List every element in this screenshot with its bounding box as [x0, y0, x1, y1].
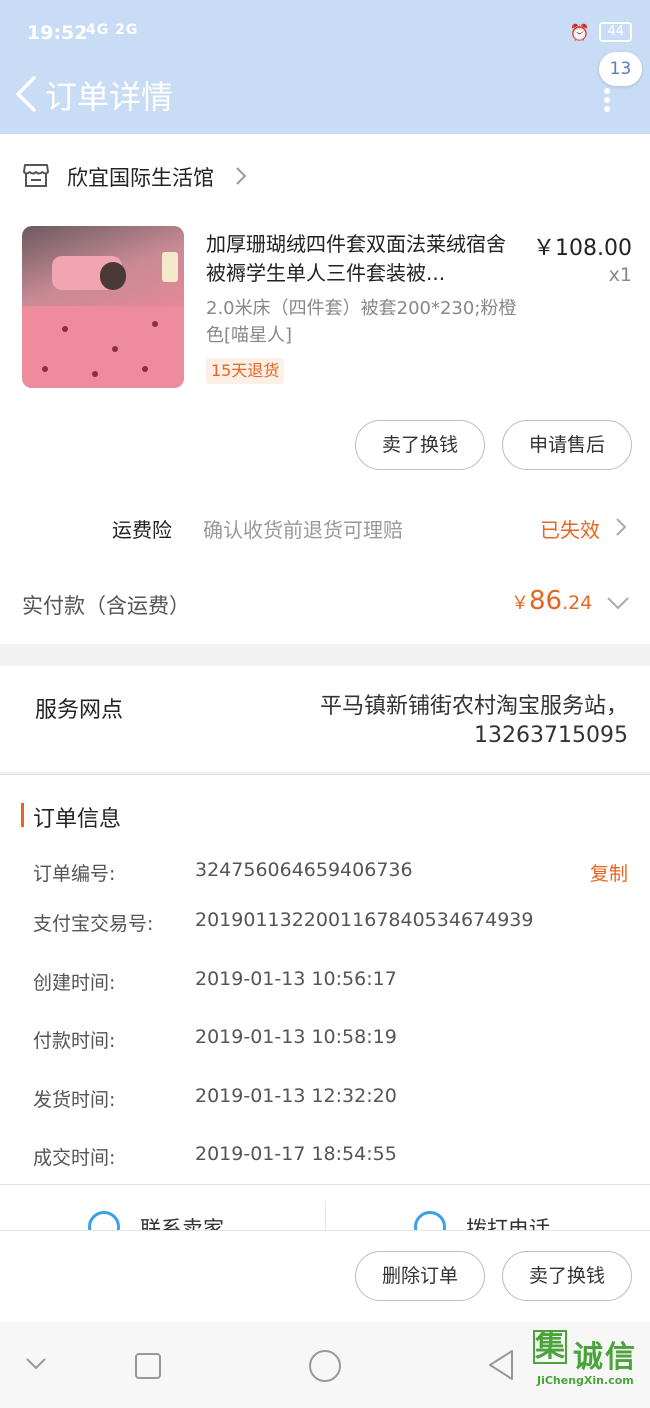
- shipped-time-row: 发货时间: 2019-01-13 12:32:20: [33, 1085, 633, 1115]
- sell-button[interactable]: 卖了换钱: [355, 420, 485, 470]
- alipay-trade-row: 支付宝交易号: 2019011322001167840534674939: [33, 909, 633, 939]
- service-point-card: 服务网点 平马镇新铺街农村淘宝服务站， 13263715095: [0, 666, 650, 772]
- aftersale-button[interactable]: 申请售后: [502, 420, 632, 470]
- more-menu-icon[interactable]: [600, 88, 614, 118]
- watermark-icon: 集: [533, 1329, 567, 1364]
- contact-seller-button[interactable]: 联系卖家: [140, 1213, 224, 1230]
- nav-collapse-icon[interactable]: [24, 1356, 48, 1372]
- delete-order-button[interactable]: 删除订单: [355, 1251, 485, 1301]
- shop-name[interactable]: 欣宜国际生活馆: [67, 162, 214, 192]
- service-point-label: 服务网点: [35, 698, 124, 723]
- info-label: 发货时间:: [33, 1089, 116, 1111]
- status-bar: 19:52 4G 2G ⏰ 44: [0, 0, 650, 66]
- info-label: 创建时间:: [33, 972, 116, 994]
- sell-button[interactable]: 卖了换钱: [502, 1251, 632, 1301]
- amount-integer: 86: [529, 586, 563, 616]
- info-label: 成交时间:: [33, 1147, 116, 1169]
- shop-row[interactable]: 欣宜国际生活馆: [0, 134, 650, 218]
- status-network: 4G 2G: [86, 22, 139, 38]
- chat-icon[interactable]: [88, 1211, 120, 1230]
- page-title: 订单详情: [45, 78, 174, 116]
- status-right: ⏰ 44: [570, 22, 632, 42]
- shipping-insurance-desc: 确认收货前退货可理赔: [203, 518, 403, 542]
- info-value: 2019-01-13 10:56:17: [195, 968, 397, 990]
- section-accent-bar: [21, 803, 24, 827]
- service-point-phone: 13263715095: [474, 723, 628, 748]
- paid-amount: ￥86.24: [511, 586, 592, 616]
- shop-icon: [23, 164, 49, 187]
- nav-recents-icon[interactable]: [134, 1352, 162, 1380]
- status-time: 19:52: [27, 22, 88, 44]
- info-label: 订单编号:: [33, 863, 116, 885]
- info-value: 2019-01-17 18:54:55: [195, 1143, 397, 1165]
- divider: [325, 1201, 326, 1230]
- nav-back-icon[interactable]: [486, 1348, 516, 1382]
- chevron-down-icon[interactable]: [606, 596, 630, 610]
- app-header: 19:52 4G 2G ⏰ 44 订单详情 13: [0, 0, 650, 134]
- created-time-row: 创建时间: 2019-01-13 10:56:17: [33, 968, 633, 998]
- service-point-address-line: 平马镇新铺街农村淘宝服务站，: [319, 694, 628, 719]
- watermark-text: 诚信: [573, 1340, 637, 1375]
- service-point-address: 平马镇新铺街农村淘宝服务站， 13263715095: [320, 692, 628, 750]
- order-info-title: 订单信息: [33, 807, 122, 832]
- alarm-icon: ⏰: [569, 22, 590, 42]
- paid-time-row: 付款时间: 2019-01-13 10:58:19: [33, 1026, 633, 1056]
- bottom-action-bar: 删除订单 卖了换钱: [0, 1230, 650, 1322]
- product-price: ￥108.00: [533, 236, 632, 261]
- watermark-url: JiChengXin.com: [537, 1374, 634, 1387]
- product-quantity: x1: [608, 264, 632, 286]
- info-value: 2019-01-13 12:32:20: [195, 1085, 397, 1107]
- product-title[interactable]: 加厚珊瑚绒四件套双面法莱绒宿舍被褥学生单人三件套装被...: [206, 230, 524, 288]
- product-spec: 2.0米床（四件套）被套200*230;粉橙色[喵星人]: [206, 298, 517, 346]
- product-image[interactable]: [22, 226, 184, 388]
- call-phone-button[interactable]: 拨打电话: [466, 1213, 550, 1230]
- shipping-insurance-label: 运费险: [112, 518, 172, 542]
- order-info-card: 订单信息 复制 订单编号: 324756064659406736 支付宝交易号:…: [0, 774, 650, 1184]
- amount-decimal: .24: [562, 592, 593, 614]
- battery-icon: 44: [599, 22, 632, 42]
- paid-amount-label: 实付款（含运费）: [22, 594, 190, 618]
- watermark-logo: 集 诚信 JiChengXin.com: [533, 1330, 648, 1400]
- order-number-row: 订单编号: 324756064659406736: [33, 859, 633, 889]
- completed-time-row: 成交时间: 2019-01-17 18:54:55: [33, 1143, 633, 1173]
- shipping-insurance-status[interactable]: 已失效: [540, 514, 600, 543]
- chevron-right-icon[interactable]: [614, 516, 628, 538]
- order-item-card: 欣宜国际生活馆 加厚珊瑚绒四件套双面法莱绒宿舍被褥学生单人三件套装被... ￥1…: [0, 134, 650, 644]
- nav-home-icon[interactable]: [307, 1348, 343, 1384]
- info-value: 2019011322001167840534674939: [195, 909, 534, 931]
- info-label: 支付宝交易号:: [33, 913, 154, 935]
- info-value: 2019-01-13 10:58:19: [195, 1026, 397, 1048]
- return-policy-tag: 15天退货: [206, 358, 285, 384]
- phone-icon[interactable]: [414, 1211, 446, 1230]
- contact-bar: 联系卖家 拨打电话: [0, 1184, 650, 1230]
- currency-symbol: ￥: [511, 593, 529, 614]
- chevron-right-icon: [236, 167, 247, 185]
- message-count-badge[interactable]: 13: [599, 52, 642, 86]
- info-value: 324756064659406736: [195, 859, 413, 881]
- info-label: 付款时间:: [33, 1030, 116, 1052]
- back-arrow-icon[interactable]: [12, 74, 40, 114]
